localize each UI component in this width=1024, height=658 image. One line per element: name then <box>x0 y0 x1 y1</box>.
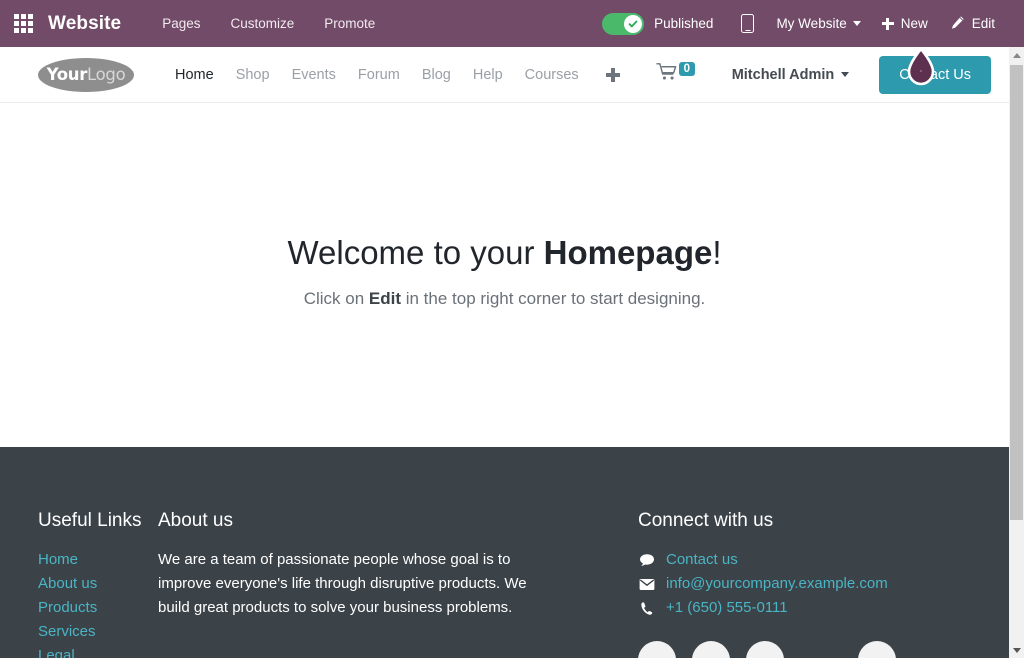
publish-switch[interactable] <box>602 13 644 35</box>
phone-icon <box>638 601 656 616</box>
nav-item-forum[interactable]: Forum <box>347 61 411 89</box>
footer-link-products[interactable]: Products <box>38 596 158 620</box>
edit-button-label: Edit <box>972 16 995 31</box>
menu-promote[interactable]: Promote <box>309 10 390 37</box>
nav-item-help[interactable]: Help <box>462 61 514 89</box>
menu-customize[interactable]: Customize <box>215 10 309 37</box>
publish-toggle[interactable]: Published <box>602 13 713 35</box>
footer-link-about-us[interactable]: About us <box>38 572 158 596</box>
social-spacer <box>800 641 842 658</box>
page-title-suffix: ! <box>712 234 721 271</box>
shopping-cart-icon <box>656 62 678 87</box>
new-button[interactable]: New <box>871 10 939 37</box>
mobile-phone-icon[interactable] <box>729 9 766 38</box>
page-subtitle-suffix: in the top right corner to start designi… <box>401 289 705 308</box>
add-page-plus-icon[interactable] <box>596 62 630 88</box>
scrollbar-thumb[interactable] <box>1010 65 1023 520</box>
footer-phone-link[interactable]: +1 (650) 555-0111 <box>666 596 788 620</box>
apps-grid-icon[interactable] <box>8 0 38 47</box>
edit-button[interactable]: Edit <box>939 9 1006 39</box>
logo-light-text: Logo <box>87 65 125 84</box>
nav-item-courses[interactable]: Courses <box>514 61 590 89</box>
footer-contact-us-link[interactable]: Contact us <box>666 548 738 572</box>
footer-phone-row: +1 (650) 555-0111 <box>638 596 896 620</box>
user-menu[interactable]: Mitchell Admin <box>732 67 850 83</box>
browser-viewport: Website Pages Customize Promote Publishe… <box>0 0 1024 658</box>
page-title: Welcome to your Homepage! <box>0 234 1009 272</box>
social-icon-4[interactable] <box>858 641 896 658</box>
website-selector-label: My Website <box>776 16 846 31</box>
pencil-icon <box>950 15 965 33</box>
footer-about-text: We are a team of passionate people whose… <box>158 548 528 620</box>
nav-item-blog[interactable]: Blog <box>411 61 462 89</box>
chevron-down-icon <box>841 72 849 77</box>
nav-item-home[interactable]: Home <box>164 61 225 89</box>
nav-item-events[interactable]: Events <box>281 61 347 89</box>
header-right-group: Mitchell Admin Contact Us <box>732 56 1009 94</box>
page-subtitle-prefix: Click on <box>304 289 369 308</box>
odoo-systray-bar: Website Pages Customize Promote Publishe… <box>0 0 1024 47</box>
scroll-down-arrow-icon[interactable] <box>1009 642 1024 658</box>
shopping-cart-button[interactable]: 0 <box>656 62 695 87</box>
footer-column-about: About us We are a team of passionate peo… <box>158 510 638 658</box>
footer-column-connect: Connect with us Contact us <box>638 510 896 658</box>
footer-link-home[interactable]: Home <box>38 548 158 572</box>
publish-label: Published <box>654 16 713 31</box>
website-header: YourLogo Home Shop Events Forum Blog Hel… <box>0 47 1009 103</box>
page-title-highlight: Homepage <box>544 234 713 271</box>
site-logo[interactable]: YourLogo <box>38 58 134 92</box>
site-navigation: Home Shop Events Forum Blog Help Courses… <box>164 61 695 89</box>
user-name: Mitchell Admin <box>732 67 835 83</box>
menu-pages[interactable]: Pages <box>147 10 215 37</box>
page-scrollbar[interactable] <box>1009 47 1024 658</box>
plus-icon <box>882 18 894 30</box>
page-title-prefix: Welcome to your <box>287 234 543 271</box>
footer-heading-connect: Connect with us <box>638 510 896 532</box>
footer-contact-row: Contact us <box>638 548 896 572</box>
footer-link-legal[interactable]: Legal <box>38 644 158 658</box>
page-subtitle-highlight: Edit <box>369 289 401 308</box>
website-selector[interactable]: My Website <box>766 10 870 37</box>
social-icon-3[interactable] <box>746 641 784 658</box>
scroll-up-arrow-icon[interactable] <box>1009 47 1024 63</box>
app-name: Website <box>48 13 121 35</box>
contact-us-button[interactable]: Contact Us <box>879 56 991 94</box>
footer-column-useful-links: Useful Links Home About us Products Serv… <box>0 510 158 658</box>
logo-bold-text: Your <box>47 65 87 84</box>
nav-item-shop[interactable]: Shop <box>225 61 281 89</box>
chevron-down-icon <box>853 21 861 26</box>
footer-email-row: info@yourcompany.example.com <box>638 572 896 596</box>
footer-heading-about: About us <box>158 510 638 532</box>
check-icon <box>624 15 642 33</box>
page-subtitle: Click on Edit in the top right corner to… <box>0 289 1009 309</box>
footer-heading-useful-links: Useful Links <box>38 510 158 532</box>
page-content: Welcome to your Homepage! Click on Edit … <box>0 104 1009 447</box>
systray-menus: Pages Customize Promote <box>147 10 390 37</box>
systray-right-group: Published My Website New <box>602 9 1024 39</box>
social-icon-2[interactable] <box>692 641 730 658</box>
cart-count-badge: 0 <box>679 62 695 76</box>
footer-email-link[interactable]: info@yourcompany.example.com <box>666 572 888 596</box>
envelope-icon <box>638 578 656 591</box>
footer-social-links <box>638 641 896 658</box>
site-footer: Useful Links Home About us Products Serv… <box>0 447 1009 658</box>
social-icon-1[interactable] <box>638 641 676 658</box>
new-button-label: New <box>901 16 928 31</box>
comment-icon <box>638 553 656 568</box>
footer-link-services[interactable]: Services <box>38 620 158 644</box>
